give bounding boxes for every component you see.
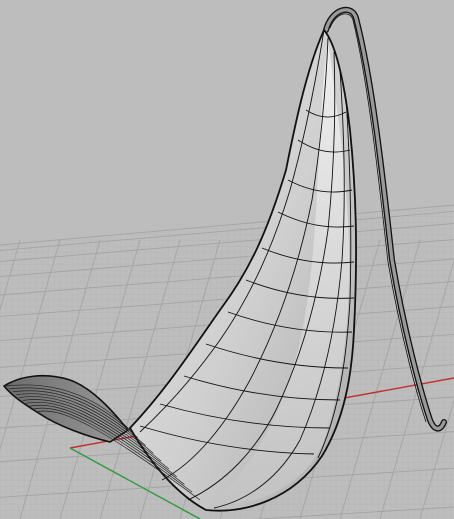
perspective-viewport[interactable] (0, 0, 454, 519)
viewport-canvas[interactable] (0, 0, 454, 519)
